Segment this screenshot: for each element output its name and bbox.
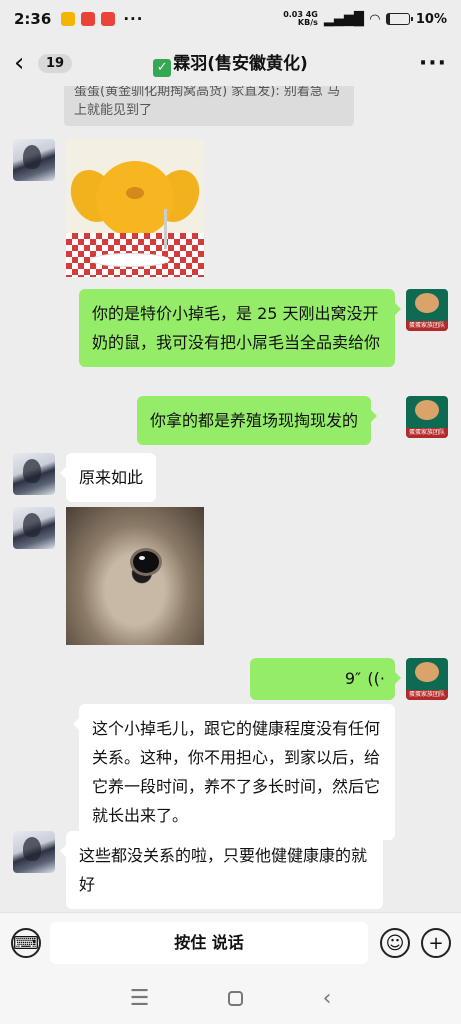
network-speed: 0.03 4G KB/s bbox=[283, 10, 318, 27]
recent-apps-icon[interactable]: ☰ bbox=[130, 986, 150, 1011]
emoji-icon[interactable]: ☺ bbox=[380, 928, 410, 958]
message-bubble[interactable]: 你的是特价小掉毛，是 25 天刚出窝没开奶的鼠，我可没有把小屌毛当全品卖给你 bbox=[79, 289, 401, 367]
voice-message[interactable]: 9″ ((· bbox=[250, 658, 401, 700]
dog-sticker[interactable] bbox=[66, 139, 204, 277]
chat-messages[interactable]: 蛋蛋(黄金驯化期掏窝高货) 家直发): 别着急 马上就能见到了 蛋蛋家族团队 你… bbox=[0, 86, 461, 912]
signal-icon: ▂▄▆█ bbox=[323, 11, 364, 27]
contact-avatar[interactable] bbox=[13, 831, 55, 873]
clock: 2:36 bbox=[14, 10, 52, 28]
wifi-icon: ◠ bbox=[369, 11, 380, 27]
check-mark-icon: ✓ bbox=[153, 59, 172, 77]
more-options-icon[interactable]: ··· bbox=[419, 51, 447, 76]
more-notifications-icon: ··· bbox=[123, 10, 144, 28]
my-avatar[interactable]: 蛋蛋家族团队 bbox=[406, 396, 448, 438]
kitten-photo[interactable] bbox=[66, 507, 204, 645]
message-bubble[interactable]: 这个小掉毛儿，跟它的健康程度没有任何关系。这种，你不用担心，到家以后，给它养一段… bbox=[73, 704, 395, 840]
app-notification-icon bbox=[101, 12, 116, 26]
chat-header: ‹ 19 ✓ 霖羽(售安徽黄化) ··· bbox=[0, 40, 461, 86]
hold-to-talk-button[interactable]: 按住 说话 bbox=[50, 922, 368, 964]
system-nav-bar: ☰ ‹ bbox=[0, 972, 461, 1024]
back-icon[interactable]: ‹ bbox=[323, 986, 332, 1011]
message-bubble[interactable]: 这些都没关系的啦，只要他健健康康的就好 bbox=[60, 831, 383, 909]
contact-avatar[interactable] bbox=[13, 507, 55, 549]
unread-count-badge[interactable]: 19 bbox=[38, 53, 73, 73]
message-bubble[interactable]: 原来如此 bbox=[59, 453, 157, 502]
battery-percent: 10% bbox=[415, 11, 447, 27]
input-bar: ⌨ 按住 说话 ☺ + bbox=[0, 912, 461, 972]
back-chevron-icon[interactable]: ‹ bbox=[14, 48, 32, 78]
quoted-message[interactable]: 蛋蛋(黄金驯化期掏窝高货) 家直发): 别着急 马上就能见到了 bbox=[64, 86, 354, 126]
app-notification-icon bbox=[81, 12, 96, 26]
voice-wave-icon: ((· bbox=[367, 669, 385, 688]
message-bubble[interactable]: 你拿的都是养殖场现掏现发的 bbox=[137, 396, 378, 445]
app-notification-icon bbox=[61, 12, 76, 26]
my-avatar[interactable]: 蛋蛋家族团队 bbox=[406, 658, 448, 700]
status-bar: 2:36 ··· 0.03 4G KB/s ▂▄▆█ ◠ 10% bbox=[0, 0, 461, 38]
home-icon[interactable] bbox=[228, 990, 244, 1006]
battery-icon bbox=[385, 13, 413, 25]
my-avatar[interactable]: 蛋蛋家族团队 bbox=[406, 289, 448, 331]
plus-icon[interactable]: + bbox=[421, 928, 451, 958]
contact-avatar[interactable] bbox=[13, 139, 55, 181]
contact-avatar[interactable] bbox=[13, 453, 55, 495]
voice-duration: 9″ bbox=[344, 669, 361, 688]
keyboard-icon[interactable]: ⌨ bbox=[11, 928, 41, 958]
